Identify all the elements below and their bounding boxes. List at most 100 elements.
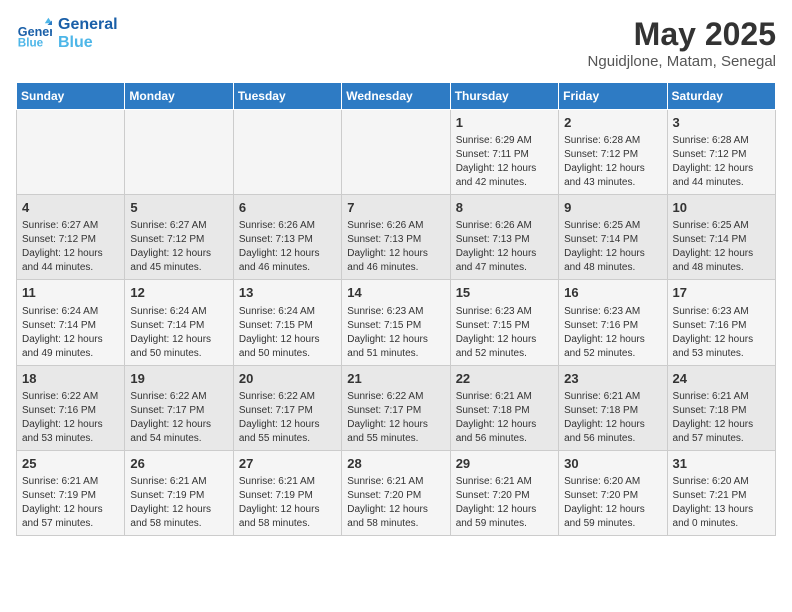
day-number: 12 bbox=[130, 284, 227, 302]
day-number: 4 bbox=[22, 199, 119, 217]
calendar-cell bbox=[233, 110, 341, 195]
calendar-cell: 30Sunrise: 6:20 AM Sunset: 7:20 PM Dayli… bbox=[559, 450, 667, 535]
calendar-cell: 8 Sunrise: 6:26 AM Sunset: 7:13 PM Daylig… bbox=[450, 195, 558, 280]
day-info: Sunrise: 6:26 AM Sunset: 7:13 PM Dayligh… bbox=[347, 219, 444, 275]
logo-blue: Blue bbox=[58, 34, 118, 52]
calendar-cell: 17 Sunrise: 6:23 AM Sunset: 7:16 PM Dayli… bbox=[667, 280, 775, 365]
day-number: 19 bbox=[130, 370, 227, 388]
day-info: Sunrise: 6:28 AM Sunset: 7:12 PM Dayligh… bbox=[673, 134, 770, 190]
day-number: 27 bbox=[239, 455, 336, 473]
day-info: Sunrise: 6:20 AM Sunset: 7:21 PM Dayligh… bbox=[673, 475, 770, 531]
title-block: May 2025 Nguidjlone, Matam, Senegal bbox=[588, 16, 776, 70]
day-header-thursday: Thursday bbox=[450, 83, 558, 110]
calendar-cell: 9 Sunrise: 6:25 AM Sunset: 7:14 PM Daylig… bbox=[559, 195, 667, 280]
day-number: 14 bbox=[347, 284, 444, 302]
calendar-cell: 6 Sunrise: 6:26 AM Sunset: 7:13 PM Daylig… bbox=[233, 195, 341, 280]
day-info: Sunrise: 6:26 AM Sunset: 7:13 PM Dayligh… bbox=[239, 219, 336, 275]
day-number: 17 bbox=[673, 284, 770, 302]
calendar-cell: 4 Sunrise: 6:27 AM Sunset: 7:12 PM Daylig… bbox=[17, 195, 125, 280]
day-info: Sunrise: 6:28 AM Sunset: 7:12 PM Dayligh… bbox=[564, 134, 661, 190]
calendar-cell: 25 Sunrise: 6:21 AM Sunset: 7:19 PM Dayli… bbox=[17, 450, 125, 535]
day-number: 24 bbox=[673, 370, 770, 388]
day-info: Sunrise: 6:23 AM Sunset: 7:15 PM Dayligh… bbox=[347, 305, 444, 361]
day-info: Sunrise: 6:21 AM Sunset: 7:20 PM Dayligh… bbox=[347, 475, 444, 531]
day-number: 2 bbox=[564, 114, 661, 132]
day-number: 13 bbox=[239, 284, 336, 302]
day-header-wednesday: Wednesday bbox=[342, 83, 450, 110]
svg-text:Blue: Blue bbox=[18, 37, 44, 50]
calendar-cell: 15 Sunrise: 6:23 AM Sunset: 7:15 PM Dayli… bbox=[450, 280, 558, 365]
calendar-cell: 24 Sunrise: 6:21 AM Sunset: 7:18 PM Dayli… bbox=[667, 365, 775, 450]
day-header-friday: Friday bbox=[559, 83, 667, 110]
calendar-cell: 12Sunrise: 6:24 AM Sunset: 7:14 PM Dayli… bbox=[125, 280, 233, 365]
day-info: Sunrise: 6:25 AM Sunset: 7:14 PM Dayligh… bbox=[564, 219, 661, 275]
day-number: 6 bbox=[239, 199, 336, 217]
day-info: Sunrise: 6:29 AM Sunset: 7:11 PM Dayligh… bbox=[456, 134, 553, 190]
logo-icon: General Blue bbox=[16, 16, 52, 52]
calendar-cell: 7 Sunrise: 6:26 AM Sunset: 7:13 PM Daylig… bbox=[342, 195, 450, 280]
day-info: Sunrise: 6:24 AM Sunset: 7:14 PM Dayligh… bbox=[22, 305, 119, 361]
day-number: 11 bbox=[22, 284, 119, 302]
calendar-cell: 16Sunrise: 6:23 AM Sunset: 7:16 PM Dayli… bbox=[559, 280, 667, 365]
week-row-2: 4 Sunrise: 6:27 AM Sunset: 7:12 PM Daylig… bbox=[17, 195, 776, 280]
day-number: 22 bbox=[456, 370, 553, 388]
day-number: 23 bbox=[564, 370, 661, 388]
day-info: Sunrise: 6:23 AM Sunset: 7:15 PM Dayligh… bbox=[456, 305, 553, 361]
calendar-cell: 11 Sunrise: 6:24 AM Sunset: 7:14 PM Dayli… bbox=[17, 280, 125, 365]
calendar-cell bbox=[17, 110, 125, 195]
day-info: Sunrise: 6:27 AM Sunset: 7:12 PM Dayligh… bbox=[130, 219, 227, 275]
day-info: Sunrise: 6:22 AM Sunset: 7:16 PM Dayligh… bbox=[22, 390, 119, 446]
day-info: Sunrise: 6:21 AM Sunset: 7:18 PM Dayligh… bbox=[456, 390, 553, 446]
day-info: Sunrise: 6:22 AM Sunset: 7:17 PM Dayligh… bbox=[130, 390, 227, 446]
day-header-sunday: Sunday bbox=[17, 83, 125, 110]
day-info: Sunrise: 6:21 AM Sunset: 7:20 PM Dayligh… bbox=[456, 475, 553, 531]
week-row-3: 11 Sunrise: 6:24 AM Sunset: 7:14 PM Dayli… bbox=[17, 280, 776, 365]
day-number: 8 bbox=[456, 199, 553, 217]
day-number: 5 bbox=[130, 199, 227, 217]
day-number: 3 bbox=[673, 114, 770, 132]
calendar-cell: 14 Sunrise: 6:23 AM Sunset: 7:15 PM Dayli… bbox=[342, 280, 450, 365]
calendar-cell: 10Sunrise: 6:25 AM Sunset: 7:14 PM Dayli… bbox=[667, 195, 775, 280]
days-header-row: SundayMondayTuesdayWednesdayThursdayFrid… bbox=[17, 83, 776, 110]
page-header: General Blue General Blue May 2025 Nguid… bbox=[16, 16, 776, 70]
calendar-cell: 22 Sunrise: 6:21 AM Sunset: 7:18 PM Dayli… bbox=[450, 365, 558, 450]
day-info: Sunrise: 6:21 AM Sunset: 7:19 PM Dayligh… bbox=[22, 475, 119, 531]
calendar-cell: 2 Sunrise: 6:28 AM Sunset: 7:12 PM Daylig… bbox=[559, 110, 667, 195]
day-header-tuesday: Tuesday bbox=[233, 83, 341, 110]
calendar-cell: 29Sunrise: 6:21 AM Sunset: 7:20 PM Dayli… bbox=[450, 450, 558, 535]
day-header-monday: Monday bbox=[125, 83, 233, 110]
day-info: Sunrise: 6:22 AM Sunset: 7:17 PM Dayligh… bbox=[239, 390, 336, 446]
calendar-cell: 5 Sunrise: 6:27 AM Sunset: 7:12 PM Daylig… bbox=[125, 195, 233, 280]
day-number: 30 bbox=[564, 455, 661, 473]
day-info: Sunrise: 6:26 AM Sunset: 7:13 PM Dayligh… bbox=[456, 219, 553, 275]
calendar-cell: 26Sunrise: 6:21 AM Sunset: 7:19 PM Dayli… bbox=[125, 450, 233, 535]
calendar-cell: 20Sunrise: 6:22 AM Sunset: 7:17 PM Dayli… bbox=[233, 365, 341, 450]
location-title: Nguidjlone, Matam, Senegal bbox=[588, 53, 776, 70]
day-number: 7 bbox=[347, 199, 444, 217]
calendar-cell: 1Sunrise: 6:29 AM Sunset: 7:11 PM Daylig… bbox=[450, 110, 558, 195]
calendar-cell: 31Sunrise: 6:20 AM Sunset: 7:21 PM Dayli… bbox=[667, 450, 775, 535]
day-info: Sunrise: 6:21 AM Sunset: 7:19 PM Dayligh… bbox=[130, 475, 227, 531]
day-number: 18 bbox=[22, 370, 119, 388]
day-info: Sunrise: 6:21 AM Sunset: 7:18 PM Dayligh… bbox=[564, 390, 661, 446]
day-number: 9 bbox=[564, 199, 661, 217]
day-info: Sunrise: 6:21 AM Sunset: 7:18 PM Dayligh… bbox=[673, 390, 770, 446]
calendar-cell: 21Sunrise: 6:22 AM Sunset: 7:17 PM Dayli… bbox=[342, 365, 450, 450]
day-info: Sunrise: 6:25 AM Sunset: 7:14 PM Dayligh… bbox=[673, 219, 770, 275]
calendar-cell: 19 Sunrise: 6:22 AM Sunset: 7:17 PM Dayli… bbox=[125, 365, 233, 450]
day-header-saturday: Saturday bbox=[667, 83, 775, 110]
day-info: Sunrise: 6:22 AM Sunset: 7:17 PM Dayligh… bbox=[347, 390, 444, 446]
day-info: Sunrise: 6:27 AM Sunset: 7:12 PM Dayligh… bbox=[22, 219, 119, 275]
calendar-cell: 23 Sunrise: 6:21 AM Sunset: 7:18 PM Dayli… bbox=[559, 365, 667, 450]
logo: General Blue General Blue bbox=[16, 16, 118, 52]
day-number: 25 bbox=[22, 455, 119, 473]
calendar-cell: 13 Sunrise: 6:24 AM Sunset: 7:15 PM Dayli… bbox=[233, 280, 341, 365]
day-info: Sunrise: 6:24 AM Sunset: 7:15 PM Dayligh… bbox=[239, 305, 336, 361]
day-info: Sunrise: 6:23 AM Sunset: 7:16 PM Dayligh… bbox=[673, 305, 770, 361]
day-number: 15 bbox=[456, 284, 553, 302]
calendar-table: SundayMondayTuesdayWednesdayThursdayFrid… bbox=[16, 82, 776, 536]
day-info: Sunrise: 6:21 AM Sunset: 7:19 PM Dayligh… bbox=[239, 475, 336, 531]
calendar-cell bbox=[125, 110, 233, 195]
day-number: 16 bbox=[564, 284, 661, 302]
week-row-4: 18 Sunrise: 6:22 AM Sunset: 7:16 PM Dayli… bbox=[17, 365, 776, 450]
